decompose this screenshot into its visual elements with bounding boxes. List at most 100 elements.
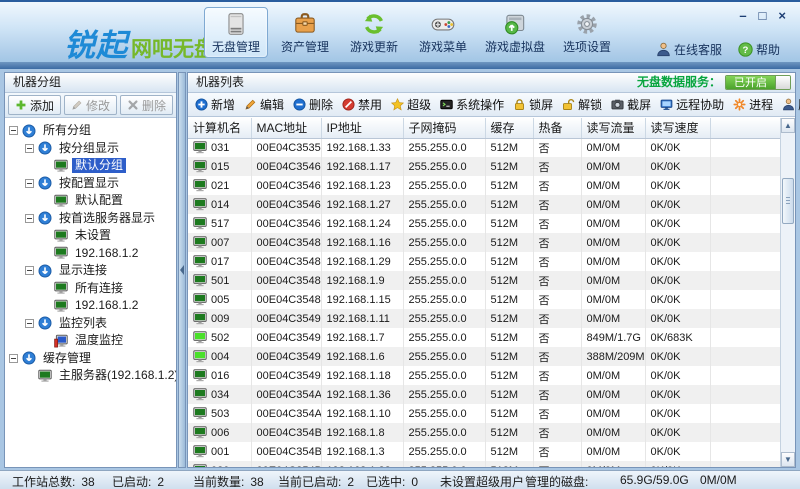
tree-item-server-unset[interactable]: 未设置 [5, 227, 176, 245]
monitor-icon [54, 281, 68, 295]
collapse-icon[interactable] [25, 144, 34, 153]
column-header[interactable]: 子网掩码 [403, 118, 485, 138]
process-button[interactable]: 进程 [729, 94, 777, 115]
tree-item-by-config[interactable]: 按配置显示 [5, 175, 176, 193]
lock-screen-button[interactable]: 锁屏 [509, 94, 557, 115]
collapse-icon[interactable] [9, 126, 18, 135]
disk-icon [223, 11, 249, 37]
table-row[interactable]: 00600E04C354B31192.168.1.8255.255.0.0512… [188, 423, 780, 442]
scroll-up-arrow[interactable]: ▲ [781, 118, 795, 133]
table-row[interactable]: 50200E04C354985192.168.1.7255.255.0.0512… [188, 328, 780, 347]
table-row[interactable]: 00900E04C354977192.168.1.11255.255.0.051… [188, 309, 780, 328]
online-service-link[interactable]: 在线客服 [656, 41, 722, 58]
collapse-icon[interactable] [25, 179, 34, 188]
unlock-screen-button[interactable]: 解锁 [558, 94, 606, 115]
tree-item-connection-192-168-1-2[interactable]: 192.168.1.2 [5, 297, 176, 315]
edit-machine-button[interactable]: 编辑 [240, 94, 288, 115]
monitor-icon [54, 159, 68, 173]
scroll-down-arrow[interactable]: ▼ [781, 452, 795, 467]
column-header[interactable]: IP地址 [321, 118, 403, 138]
cell-name: 517 [188, 214, 251, 233]
table-row[interactable]: 01500E04C354636192.168.1.17255.255.0.051… [188, 157, 780, 176]
tree-item-all-connections[interactable]: 所有连接 [5, 280, 176, 298]
column-header[interactable]: MAC地址 [251, 118, 321, 138]
vertical-scrollbar[interactable]: ▲ ▼ [780, 118, 795, 467]
tree-item-monitor-list[interactable]: 监控列表 [5, 315, 176, 333]
table-row[interactable]: 00700E04C354817192.168.1.16255.255.0.051… [188, 233, 780, 252]
diskless-service-toggle[interactable]: 已开启 [725, 75, 791, 90]
collapse-icon[interactable] [25, 266, 34, 275]
panel-splitter[interactable] [178, 72, 186, 468]
system-operation-button[interactable]: 系统操作 [436, 94, 508, 115]
table-row[interactable]: 01600E04C3549C6192.168.1.18255.255.0.051… [188, 366, 780, 385]
button-label: 系统操作 [456, 96, 504, 113]
collapse-icon[interactable] [25, 214, 34, 223]
table-row[interactable]: 03100E04C353555192.168.1.33255.255.0.051… [188, 138, 780, 157]
tree-item-all-groups[interactable]: 所有分组 [5, 122, 176, 140]
disable-machine-button[interactable]: 禁用 [338, 94, 386, 115]
delete-group-button[interactable]: 删除 [120, 95, 173, 115]
service-button[interactable]: 服务 [778, 94, 800, 115]
tree-item-default-group[interactable]: 默认分组 [5, 157, 176, 175]
cell-hot-standby: 否 [533, 271, 581, 290]
column-header[interactable]: 计算机名 [188, 118, 251, 138]
nav-tab-gamepad[interactable]: 游戏菜单 [411, 7, 475, 58]
add-machine-button[interactable]: 新增 [191, 94, 239, 115]
screenshot-button[interactable]: 截屏 [607, 94, 655, 115]
nav-tab-refresh[interactable]: 游戏更新 [342, 7, 406, 58]
table-row[interactable]: 01400E04C354655192.168.1.27255.255.0.051… [188, 195, 780, 214]
table-row[interactable]: 00500E04C3548B3192.168.1.15255.255.0.051… [188, 290, 780, 309]
button-label: 禁用 [358, 96, 382, 113]
scroll-thumb[interactable] [782, 178, 794, 224]
cell-empty [710, 366, 780, 385]
edit-group-button[interactable]: 修改 [64, 95, 117, 115]
tree-item-by-group[interactable]: 按分组显示 [5, 140, 176, 158]
button-label: 超级 [407, 96, 431, 113]
table-row[interactable]: 02100E04C35463A192.168.1.23255.255.0.051… [188, 176, 780, 195]
collapse-icon[interactable] [9, 354, 18, 363]
collapse-icon[interactable] [25, 319, 34, 328]
x-mark-icon [127, 99, 139, 111]
help-link[interactable]: 帮助 [738, 41, 780, 58]
process-icon [733, 98, 746, 111]
table-row[interactable]: 51700E04C354666192.168.1.24255.255.0.051… [188, 214, 780, 233]
machine-table-wrap: 计算机名MAC地址IP地址子网掩码缓存热备读写流量读写速度 03100E04C3… [188, 118, 780, 467]
tree-item-cache-management[interactable]: 缓存管理 [5, 350, 176, 368]
table-row[interactable]: 02000E04C354B8F192.168.1.22255.255.0.051… [188, 461, 780, 467]
maximize-icon[interactable]: □ [759, 10, 767, 22]
nav-tab-disk[interactable]: 无盘管理 [204, 7, 268, 58]
nav-tab-vdisk[interactable]: 游戏虚拟盘 [480, 7, 550, 58]
remote-assist-button[interactable]: 远程协助 [656, 94, 728, 115]
column-header[interactable]: 读写流量 [581, 118, 645, 138]
tree-item-server-192-168-1-2[interactable]: 192.168.1.2 [5, 245, 176, 263]
table-row[interactable]: 50300E04C354AE2192.168.1.10255.255.0.051… [188, 404, 780, 423]
delete-machine-button[interactable]: 删除 [289, 94, 337, 115]
table-row[interactable]: 03400E04C354A90192.168.1.36255.255.0.051… [188, 385, 780, 404]
minimize-icon[interactable]: – [739, 10, 746, 22]
tree-item-by-preferred-server[interactable]: 按首选服务器显示 [5, 210, 176, 228]
tree-item-show-connections[interactable]: 显示连接 [5, 262, 176, 280]
cell-computer-name: 015 [211, 161, 229, 173]
nav-tab-briefcase[interactable]: 资产管理 [273, 7, 337, 58]
column-header[interactable]: 热备 [533, 118, 581, 138]
nav-tabs: 无盘管理资产管理游戏更新游戏菜单游戏虚拟盘选项设置 [204, 7, 619, 58]
table-row[interactable]: 00400E04C3549C3192.168.1.6255.255.0.0512… [188, 347, 780, 366]
table-row[interactable]: 01700E04C354862192.168.1.29255.255.0.051… [188, 252, 780, 271]
nav-tab-gear[interactable]: 选项设置 [555, 7, 619, 58]
table-row[interactable]: 50100E04C354871192.168.1.9255.255.0.0512… [188, 271, 780, 290]
column-header[interactable]: 缓存 [485, 118, 533, 138]
add-group-button[interactable]: 添加 [8, 95, 61, 115]
close-icon[interactable]: × [778, 10, 786, 22]
cell-mask: 255.255.0.0 [403, 404, 485, 423]
cell-name: 005 [188, 290, 251, 309]
cell-name: 009 [188, 309, 251, 328]
table-row[interactable]: 00100E04C354B55192.168.1.3255.255.0.0512… [188, 442, 780, 461]
tree-item-default-config[interactable]: 默认配置 [5, 192, 176, 210]
tree-item-temperature-monitor[interactable]: 温度监控 [5, 332, 176, 350]
column-header[interactable]: 读写速度 [645, 118, 710, 138]
cell-mask: 255.255.0.0 [403, 214, 485, 233]
super-user-button[interactable]: 超级 [387, 94, 435, 115]
title-banner: 锐起 网吧无盘 4 无盘管理资产管理游戏更新游戏菜单游戏虚拟盘选项设置 – □ … [0, 0, 800, 62]
cell-mac: 00E04C354B8F [251, 461, 321, 467]
tree-item-main-server[interactable]: 主服务器(192.168.1.2) [5, 367, 176, 385]
